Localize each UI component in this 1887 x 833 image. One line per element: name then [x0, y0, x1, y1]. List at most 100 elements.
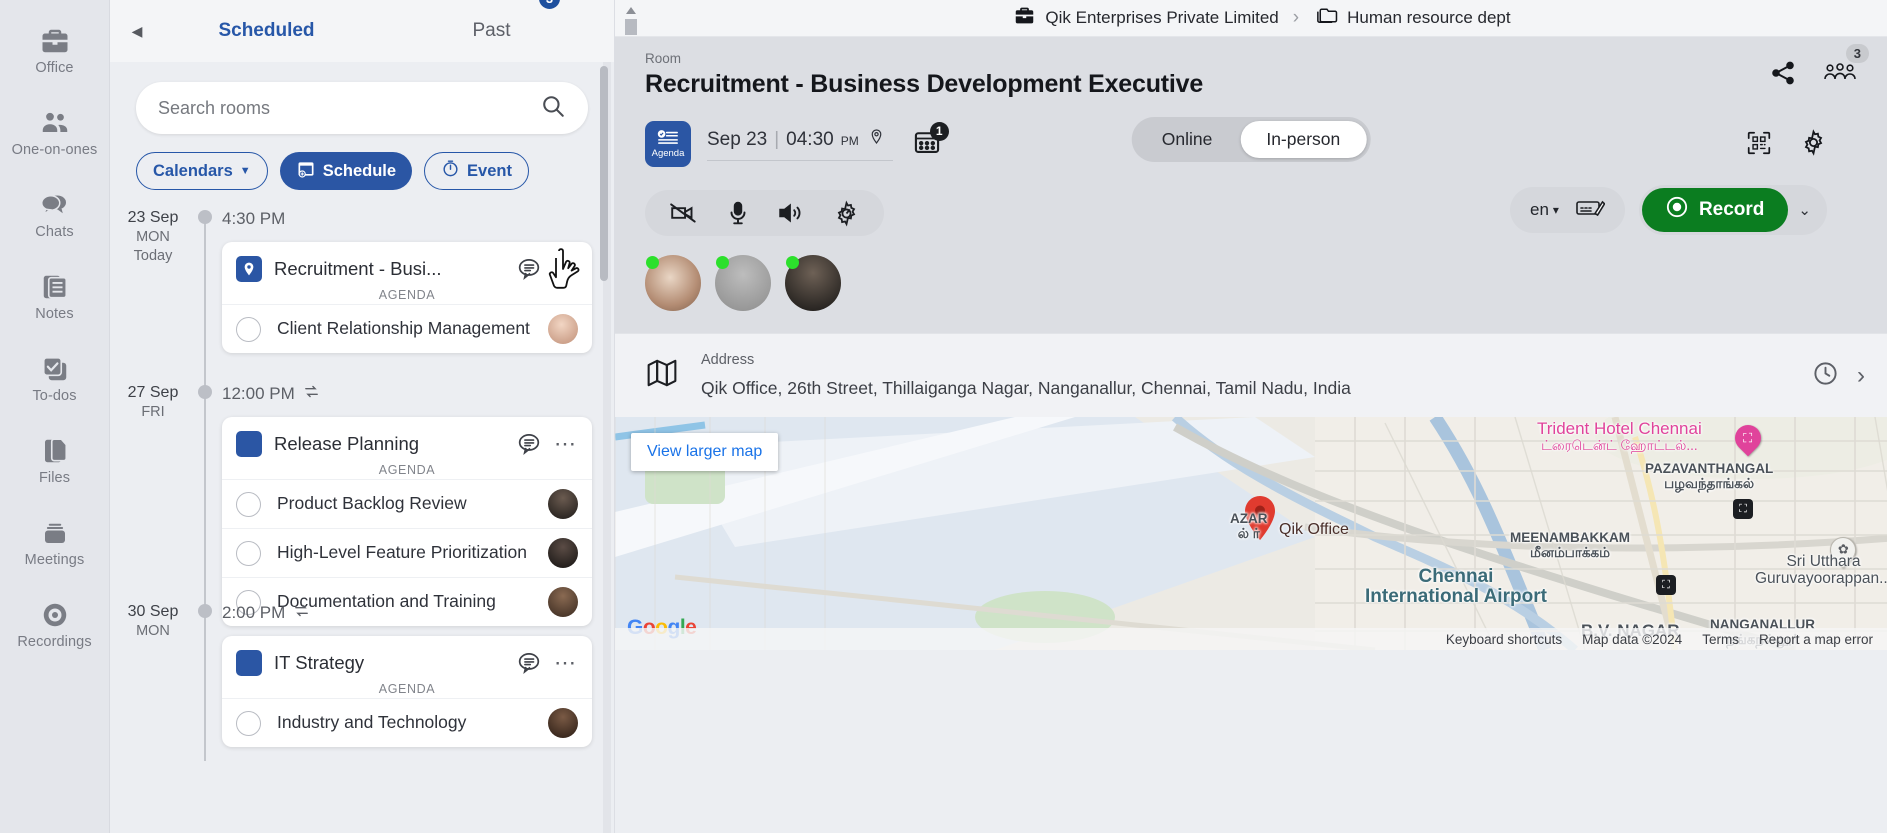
agenda-text: Product Backlog Review	[277, 493, 532, 514]
camera-off-icon[interactable]	[669, 200, 699, 226]
view-larger-map-button[interactable]: View larger map	[631, 433, 778, 471]
schedule-button[interactable]: Schedule	[280, 152, 412, 190]
day-date: 27 Sep	[110, 383, 196, 403]
breadcrumb-dept[interactable]: Human resource dept	[1313, 5, 1510, 31]
location-map[interactable]: View larger map ⛶ ⛶ 🍴 🍴 🛍 🛍 ✉ ✿ ⛪ ⛶ ⛶ ⛶ …	[615, 417, 1887, 650]
sidebar-item-notes[interactable]: Notes	[0, 256, 109, 338]
keyboard-shortcuts-link[interactable]: Keyboard shortcuts	[1446, 632, 1562, 647]
day-weekday: MON	[110, 622, 196, 641]
agenda-item[interactable]: Industry and Technology	[222, 698, 592, 747]
search-input[interactable]	[158, 98, 540, 119]
avatar[interactable]	[645, 255, 701, 311]
notes-icon	[38, 272, 72, 302]
clock-history-icon[interactable]	[1812, 360, 1839, 392]
sidebar-item-chats[interactable]: Chats	[0, 174, 109, 256]
sidebar-item-files[interactable]: Files	[0, 420, 109, 502]
timer-icon	[441, 159, 460, 183]
subtitles-pen-icon[interactable]	[1575, 197, 1605, 224]
address-expand-chevron[interactable]: ›	[1857, 362, 1865, 390]
report-map-error-link[interactable]: Report a map error	[1759, 632, 1873, 647]
meeting-card[interactable]: IT Strategy ⋯ AGENDA Industry and Techno…	[222, 636, 592, 747]
terms-link[interactable]: Terms	[1702, 632, 1739, 647]
location-pin-marker-icon	[236, 256, 262, 282]
agenda-item[interactable]: High-Level Feature Prioritization	[222, 528, 592, 577]
meeting-more-menu[interactable]: ⋯	[554, 650, 578, 676]
meeting-chat-icon[interactable]	[516, 431, 542, 457]
qr-scan-icon[interactable]	[1746, 130, 1772, 161]
tab-scheduled[interactable]: Scheduled	[154, 20, 379, 42]
meeting-chat-icon[interactable]	[516, 650, 542, 676]
sidebar-item-office[interactable]: Office	[0, 10, 109, 92]
meeting-datetime[interactable]: Sep 23 | 04:30 PM	[707, 128, 893, 161]
avatar[interactable]	[715, 255, 771, 311]
settings-gear-icon[interactable]	[833, 200, 860, 227]
day-time: 12:00 PM	[222, 381, 614, 407]
calendar-count-badge: 1	[930, 122, 949, 141]
time-label: 4:30 PM	[222, 209, 285, 229]
agenda-checkbox[interactable]	[236, 317, 261, 342]
scheduled-scrollbar-thumb[interactable]	[600, 66, 608, 281]
language-dropdown[interactable]: en ▾	[1530, 200, 1559, 220]
meeting-card[interactable]: Recruitment - Busi... ⋯ AGENDA Client Re…	[222, 242, 592, 353]
speaker-icon[interactable]	[777, 200, 805, 226]
tab-past[interactable]: Past	[379, 20, 604, 42]
train-station-icon: ⛶	[1733, 499, 1753, 519]
agenda-checkbox[interactable]	[236, 711, 261, 736]
avatar[interactable]	[785, 255, 841, 311]
agenda-checkbox[interactable]	[236, 492, 261, 517]
meeting-time: 04:30	[786, 129, 834, 151]
meeting-chat-icon[interactable]	[516, 256, 542, 282]
record-button[interactable]: Record	[1642, 188, 1788, 232]
agenda-item[interactable]: Product Backlog Review	[222, 479, 592, 528]
sidebar-item-todos[interactable]: To-dos	[0, 338, 109, 420]
share-icon[interactable]	[1769, 59, 1797, 92]
event-button[interactable]: Event	[424, 152, 529, 190]
participants-count-badge: 3	[1846, 44, 1869, 63]
sidebar-item-one-on-ones[interactable]: One-on-ones	[0, 92, 109, 174]
sidebar-item-meetings[interactable]: Meetings	[0, 502, 109, 584]
breadcrumb-org[interactable]: Qik Enterprises Private Limited	[1013, 5, 1278, 31]
files-icon	[38, 436, 72, 466]
scheduled-scrollbar-track[interactable]	[603, 62, 611, 833]
search-rooms-box[interactable]	[136, 82, 588, 134]
main-scrollbar-up[interactable]	[623, 0, 639, 37]
meeting-date: Sep 23	[707, 129, 767, 151]
map-fold-icon	[645, 357, 679, 394]
day-date-col: 27 Sep FRI	[110, 381, 196, 600]
sidebar-item-label: To-dos	[32, 388, 76, 404]
agenda-label: AGENDA	[222, 680, 592, 698]
sidebar-item-recordings[interactable]: Recordings	[0, 584, 109, 666]
time-label: 2:00 PM	[222, 603, 285, 623]
calendar-count-button[interactable]: 1	[913, 129, 941, 160]
calendars-dropdown[interactable]: Calendars ▼	[136, 152, 268, 190]
participants-button[interactable]: 3	[1823, 60, 1857, 91]
event-label: Event	[467, 162, 512, 181]
meetings-icon	[38, 518, 72, 548]
microphone-icon[interactable]	[727, 200, 749, 226]
sidebar-item-label: Notes	[35, 306, 73, 322]
gear-icon[interactable]	[1800, 129, 1827, 161]
room-hero: Room Recruitment - Business Development …	[615, 37, 1887, 333]
mode-online-option[interactable]: Online	[1136, 121, 1239, 158]
meeting-title: Release Planning	[274, 433, 504, 455]
agenda-item[interactable]: Client Relationship Management	[222, 304, 592, 353]
collapse-panel-icon[interactable]: ◀	[120, 23, 154, 40]
sidebar-item-label: Files	[39, 470, 70, 486]
calendars-label: Calendars	[153, 162, 233, 181]
meeting-card[interactable]: Release Planning ⋯ AGENDA Product Backlo…	[222, 417, 592, 626]
meeting-meridiem: PM	[841, 134, 859, 148]
record-options-chevron[interactable]: ⌄	[1798, 201, 1815, 219]
meeting-more-menu[interactable]: ⋯	[554, 431, 578, 457]
qik-office-map-pin[interactable]	[1243, 495, 1277, 546]
media-controls-bar	[645, 190, 884, 236]
tab-past-label: Past	[472, 20, 510, 41]
mode-inperson-option[interactable]: In-person	[1240, 121, 1366, 158]
train-station-icon: ⛶	[1656, 575, 1676, 595]
agenda-chip[interactable]: Agenda	[645, 121, 691, 167]
agenda-label: AGENDA	[222, 286, 592, 304]
agenda-checkbox[interactable]	[236, 541, 261, 566]
search-icon[interactable]	[540, 93, 566, 124]
meeting-more-menu[interactable]: ⋯	[554, 256, 578, 282]
meeting-mode-toggle[interactable]: Online In-person	[1132, 117, 1371, 162]
meeting-title: IT Strategy	[274, 652, 504, 674]
